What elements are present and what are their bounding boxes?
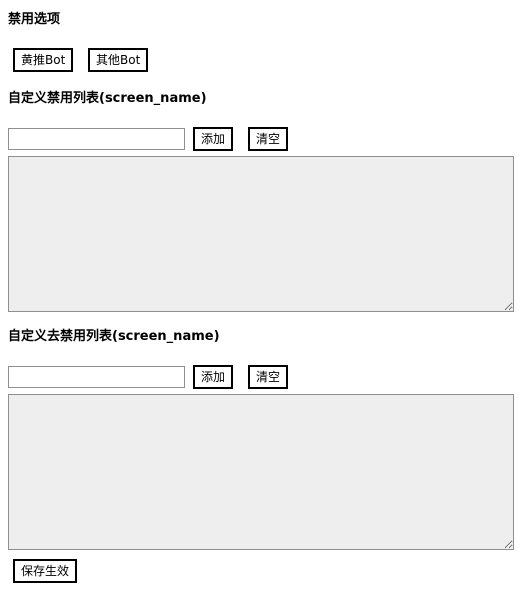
ban-screen-name-input[interactable] bbox=[8, 128, 185, 150]
ban-clear-button[interactable]: 清空 bbox=[248, 127, 289, 151]
yellow-bot-button[interactable]: 黄推Bot bbox=[13, 48, 74, 72]
ban-add-button[interactable]: 添加 bbox=[193, 127, 234, 151]
other-bot-button[interactable]: 其他Bot bbox=[88, 48, 149, 72]
custom-unban-list-title: 自定义去禁用列表(screen_name) bbox=[8, 329, 220, 344]
ban-list-textarea[interactable] bbox=[8, 156, 514, 312]
unban-list-textarea[interactable] bbox=[8, 394, 514, 550]
ban-options-title: 禁用选项 bbox=[8, 12, 61, 27]
custom-ban-list-title: 自定义禁用列表(screen_name) bbox=[8, 91, 207, 106]
unban-screen-name-input[interactable] bbox=[8, 366, 185, 388]
unban-add-button[interactable]: 添加 bbox=[193, 365, 234, 389]
save-button[interactable]: 保存生效 bbox=[13, 559, 78, 583]
unban-clear-button[interactable]: 清空 bbox=[248, 365, 289, 389]
